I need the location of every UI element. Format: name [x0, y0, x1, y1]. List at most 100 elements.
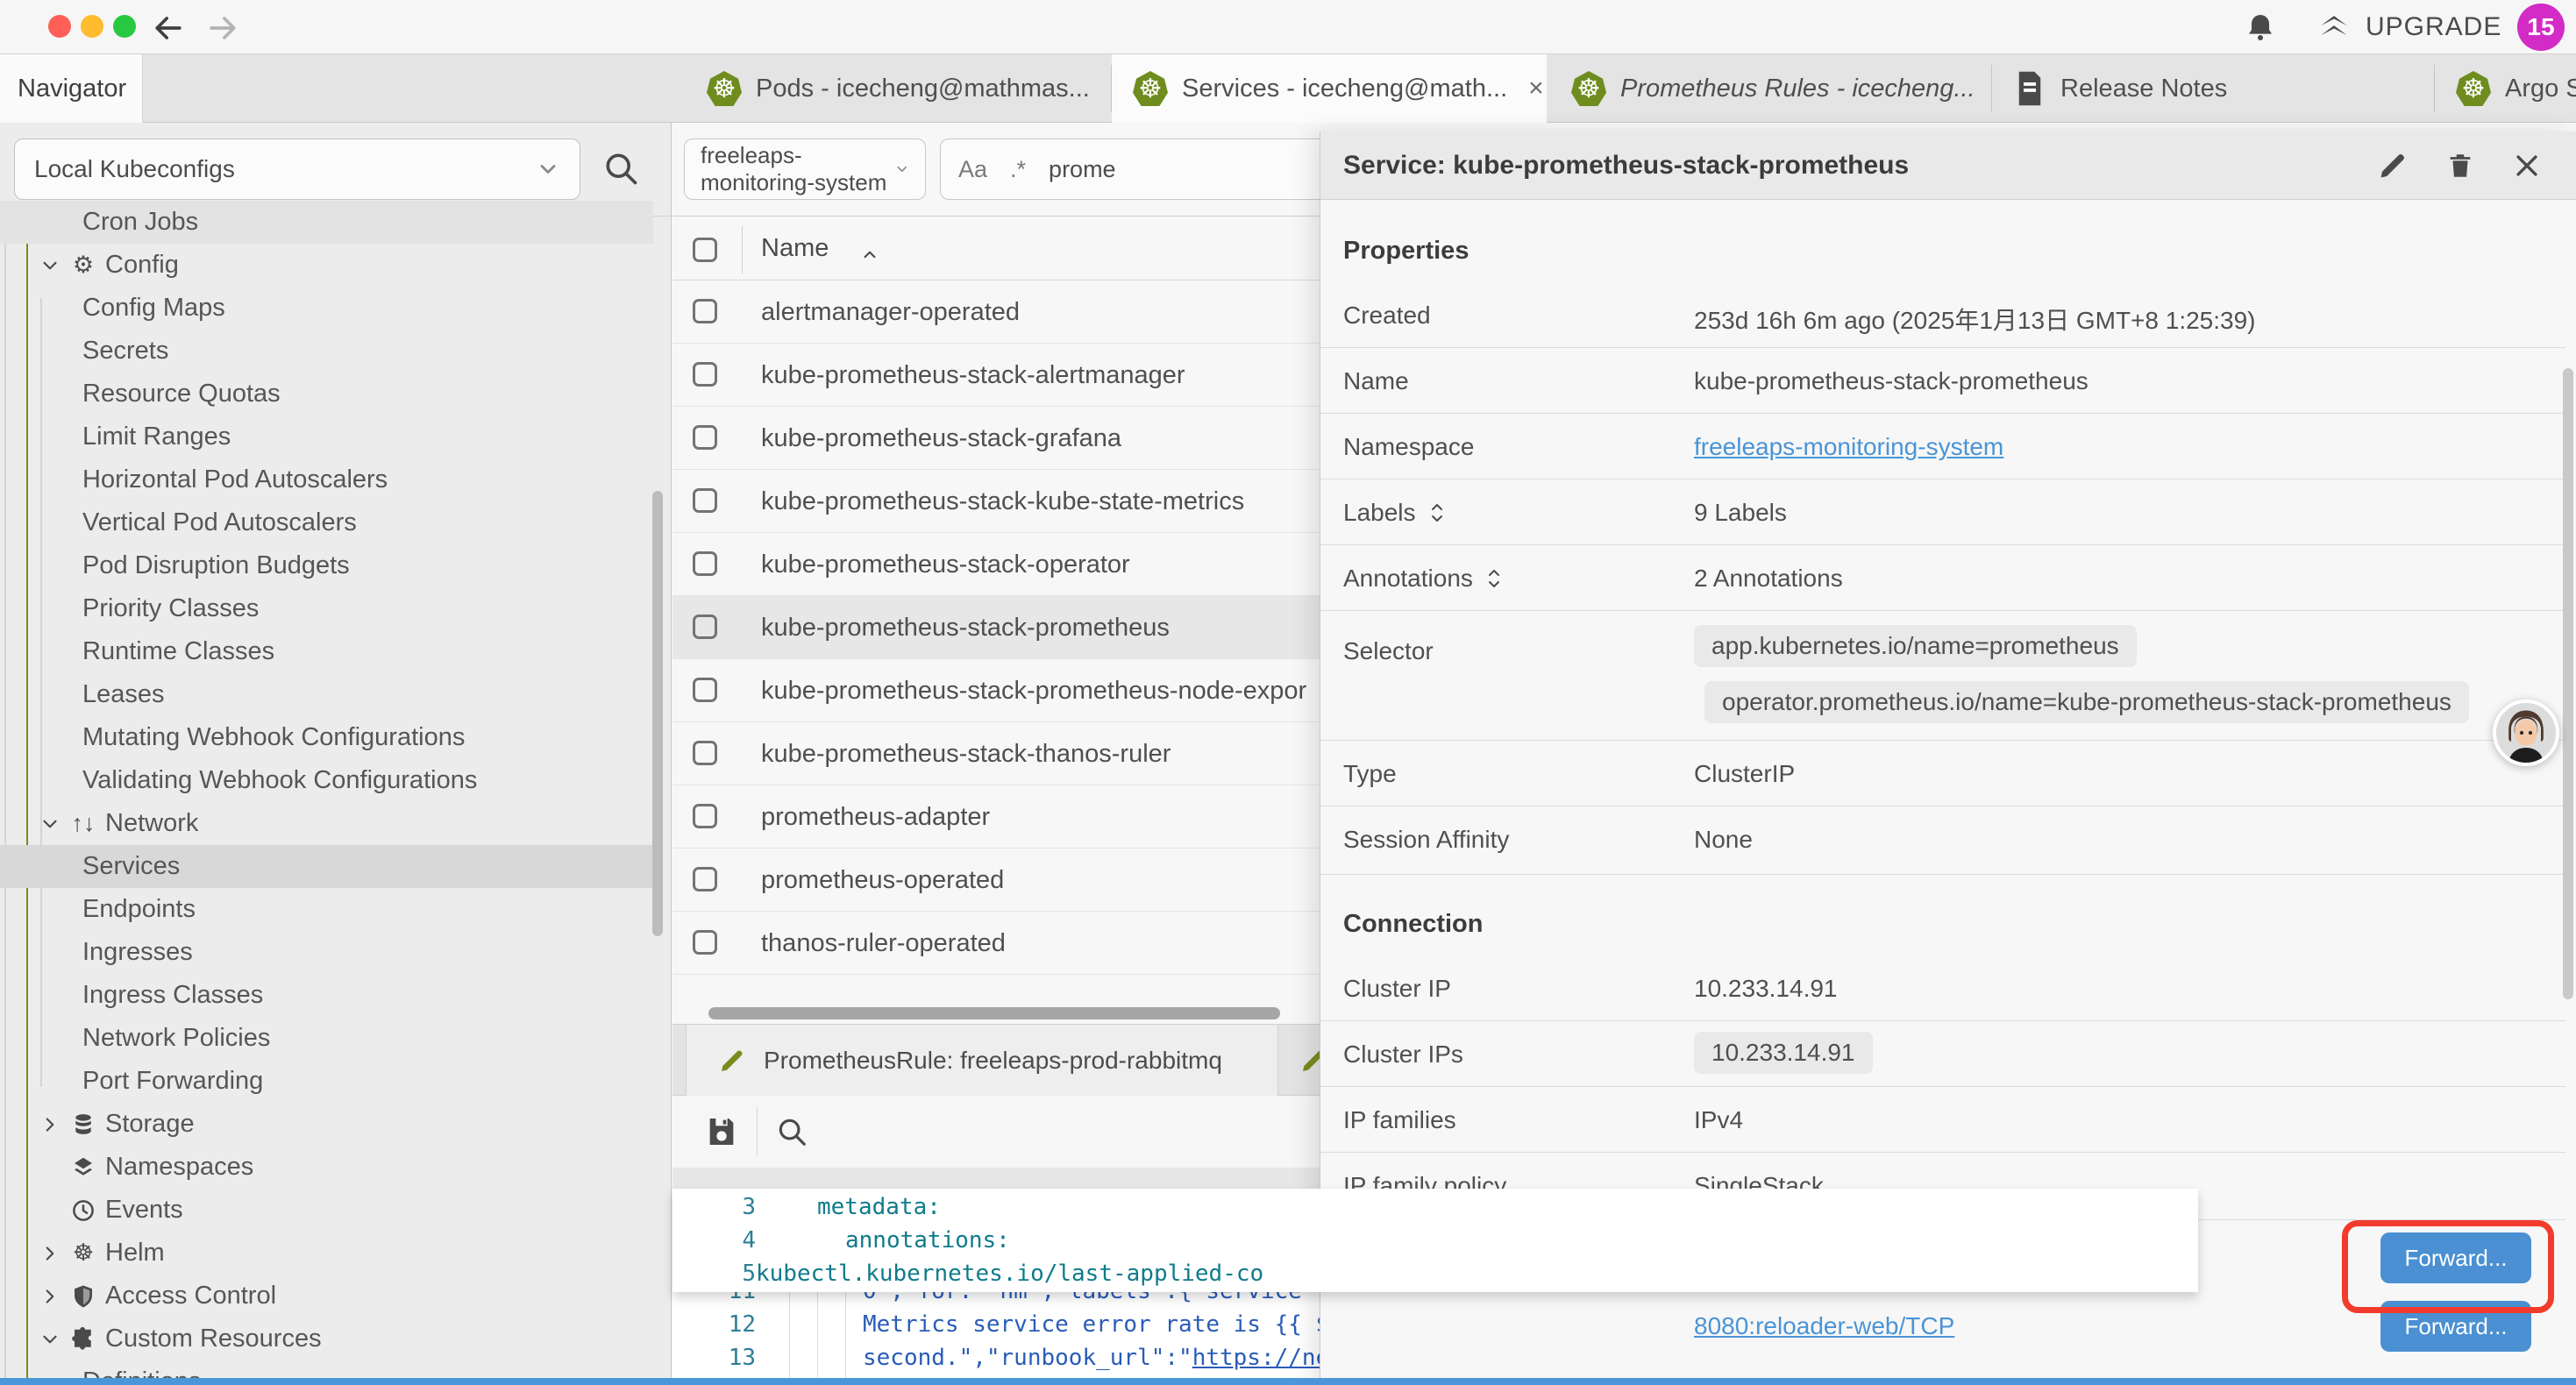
app-window: UPGRADE 15 Navigator ☸ Pods - icecheng@m… — [0, 0, 2576, 1385]
tab-strip: Navigator ☸ Pods - icecheng@mathmas... ☸… — [0, 54, 2576, 123]
table-horizontal-scrollbar[interactable] — [708, 1007, 1280, 1019]
notifications-bell-icon[interactable] — [2243, 11, 2278, 46]
sidebar-item-pod-disruption-budgets[interactable]: Pod Disruption Budgets — [0, 544, 653, 587]
upgrade-chevrons-icon — [2315, 8, 2353, 46]
sidebar-item-secrets[interactable]: Secrets — [0, 330, 653, 373]
sidebar-item-limit-ranges[interactable]: Limit Ranges — [0, 416, 653, 458]
port-link[interactable]: 8080:reloader-web/TCP — [1694, 1312, 1954, 1340]
regex-icon[interactable]: .* — [1010, 156, 1026, 183]
navigator-panel-tab[interactable]: Navigator — [0, 54, 143, 123]
row-checkbox[interactable] — [693, 804, 717, 828]
tab-argo[interactable]: ☸ Argo Se — [2435, 54, 2576, 123]
delete-trash-icon[interactable] — [2445, 149, 2475, 182]
sidebar-item-endpoints[interactable]: Endpoints — [0, 888, 653, 931]
drawer-title: Service: kube-prometheus-stack-prometheu… — [1320, 151, 1909, 181]
database-icon — [68, 1112, 98, 1138]
sidebar-item-network-policies[interactable]: Network Policies — [0, 1017, 653, 1060]
row-checkbox[interactable] — [693, 614, 717, 639]
sidebar-item-access-control[interactable]: Access Control — [0, 1275, 653, 1318]
row-checkbox[interactable] — [693, 867, 717, 891]
user-avatar[interactable] — [2493, 700, 2559, 766]
row-checkbox[interactable] — [693, 425, 717, 450]
service-search-input[interactable]: Aa .* prome — [940, 138, 1343, 200]
sidebar-item-vertical-pod-autoscalers[interactable]: Vertical Pod Autoscalers — [0, 501, 653, 544]
helm-wheel-icon: ☸ — [68, 1239, 98, 1267]
drawer-scrollbar[interactable] — [2563, 368, 2573, 999]
editor-tab-prometheusrule[interactable]: PrometheusRule: freeleaps-prod-rabbitmq — [686, 1025, 1278, 1097]
sidebar-item-network[interactable]: ↑↓ Network — [0, 802, 653, 845]
sidebar-item-helm[interactable]: ☸ Helm — [0, 1232, 653, 1275]
navigator-tab-label: Navigator — [18, 75, 126, 103]
kubeconfig-selector[interactable]: Local Kubeconfigs — [14, 138, 580, 200]
connection-row-cluster-ips: Cluster IPs 10.233.14.91 — [1320, 1021, 2565, 1087]
select-all-checkbox[interactable] — [693, 238, 717, 262]
sidebar-item-resource-quotas[interactable]: Resource Quotas — [0, 373, 653, 416]
close-icon[interactable] — [2512, 151, 2542, 181]
zoom-window-button[interactable] — [113, 15, 136, 38]
tab-services[interactable]: ☸ Services - icecheng@math... × — [1112, 54, 1547, 123]
chevron-down-icon — [39, 813, 61, 835]
match-case-icon[interactable]: Aa — [958, 156, 987, 183]
drawer-header: Service: kube-prometheus-stack-prometheu… — [1320, 131, 2576, 200]
row-checkbox[interactable] — [693, 488, 717, 513]
row-checkbox[interactable] — [693, 299, 717, 323]
row-checkbox[interactable] — [693, 678, 717, 702]
tab-prometheus-rules[interactable]: ☸ Prometheus Rules - icecheng... — [1550, 54, 1992, 123]
sidebar-item-validating-webhook-configurations[interactable]: Validating Webhook Configurations — [0, 759, 653, 802]
row-checkbox[interactable] — [693, 362, 717, 387]
sidebar-item-runtime-classes[interactable]: Runtime Classes — [0, 630, 653, 673]
sidebar-item-leases[interactable]: Leases — [0, 673, 653, 716]
sidebar-item-cron-jobs[interactable]: Cron Jobs — [0, 201, 653, 244]
search-icon[interactable] — [601, 149, 640, 188]
sidebar-item-mutating-webhook-configurations[interactable]: Mutating Webhook Configurations — [0, 716, 653, 759]
edit-pencil-icon[interactable] — [2377, 150, 2409, 181]
selector-badge: app.kubernetes.io/name=prometheus — [1694, 625, 2137, 667]
kubernetes-icon: ☸ — [1133, 71, 1168, 106]
sidebar-item-port-forwarding[interactable]: Port Forwarding — [0, 1060, 653, 1103]
close-tab-icon[interactable]: × — [1528, 74, 1544, 103]
tab-label: Argo Se — [2505, 75, 2576, 103]
code-line: 4 annotations: — [672, 1224, 2198, 1257]
sidebar-scrollbar[interactable] — [652, 491, 663, 936]
notification-count-badge[interactable]: 15 — [2517, 4, 2565, 51]
tab-pods[interactable]: ☸ Pods - icecheng@mathmas... — [686, 54, 1112, 123]
row-checkbox[interactable] — [693, 551, 717, 576]
chevron-right-icon — [39, 1242, 61, 1265]
save-icon[interactable] — [704, 1114, 739, 1149]
namespace-selector[interactable]: freeleaps-monitoring-system — [684, 138, 926, 200]
chevron-down-icon — [39, 254, 61, 277]
sidebar-item-config-maps[interactable]: Config Maps — [0, 287, 653, 330]
sidebar-item-horizontal-pod-autoscalers[interactable]: Horizontal Pod Autoscalers — [0, 458, 653, 501]
close-window-button[interactable] — [48, 15, 71, 38]
sidebar-item-storage[interactable]: Storage — [0, 1103, 653, 1146]
upgrade-button[interactable]: UPGRADE — [2315, 7, 2501, 47]
sort-ascending-icon[interactable] — [858, 244, 881, 266]
kubernetes-icon: ☸ — [707, 71, 742, 106]
property-row-session-affinity: Session Affinity None — [1320, 806, 2565, 875]
sidebar-item-namespaces[interactable]: Namespaces — [0, 1146, 653, 1189]
sidebar-item-events[interactable]: Events — [0, 1189, 653, 1232]
row-checkbox[interactable] — [693, 930, 717, 955]
sidebar-item-services[interactable]: Services — [0, 845, 653, 888]
property-row-labels: Labels 9 Labels — [1320, 479, 2565, 545]
property-row-annotations: Annotations 2 Annotations — [1320, 545, 2565, 611]
code-line: 3 metadata: — [672, 1190, 2198, 1224]
back-arrow-icon[interactable] — [149, 9, 188, 47]
sidebar-item-ingress-classes[interactable]: Ingress Classes — [0, 974, 653, 1017]
editor-search-icon[interactable] — [775, 1115, 808, 1148]
sidebar-item-ingresses[interactable]: Ingresses — [0, 931, 653, 974]
namespace-link[interactable]: freeleaps-monitoring-system — [1694, 433, 2003, 461]
tab-release-notes[interactable]: Release Notes — [1992, 54, 2435, 123]
sidebar-item-custom-resources[interactable]: Custom Resources — [0, 1318, 653, 1360]
row-checkbox[interactable] — [693, 741, 717, 765]
clock-icon — [68, 1197, 98, 1224]
expand-updown-icon[interactable] — [1427, 500, 1448, 526]
upgrade-label: UPGRADE — [2366, 12, 2501, 42]
sidebar-item-config[interactable]: ⚙ Config — [0, 244, 653, 287]
namespace-selector-value: freeleaps-monitoring-system — [701, 142, 894, 196]
minimize-window-button[interactable] — [81, 15, 103, 38]
column-header-name[interactable]: Name — [761, 234, 829, 263]
forward-arrow-icon[interactable] — [203, 9, 242, 47]
expand-updown-icon[interactable] — [1484, 565, 1505, 592]
sidebar-item-priority-classes[interactable]: Priority Classes — [0, 587, 653, 630]
